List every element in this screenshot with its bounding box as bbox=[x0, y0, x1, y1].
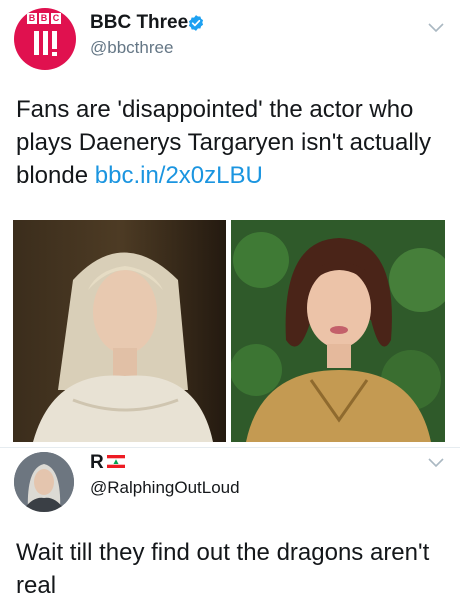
chevron-down-icon[interactable] bbox=[427, 22, 445, 34]
bbc-three-avatar[interactable]: B B C bbox=[14, 8, 76, 70]
reply-author-handle[interactable]: @RalphingOutLoud bbox=[90, 478, 240, 498]
bbc-three-logo-icon bbox=[34, 31, 57, 56]
photo-actor[interactable] bbox=[231, 220, 445, 442]
reply-author-name[interactable]: R bbox=[90, 452, 104, 474]
bbc-logo-blocks: B B C bbox=[27, 13, 61, 24]
chevron-down-icon[interactable] bbox=[427, 457, 445, 469]
tweet-text: Fans are 'disappointed' the actor who pl… bbox=[16, 93, 448, 192]
author-handle[interactable]: @bbcthree bbox=[90, 38, 173, 58]
tweet-bbc-three: B B C BBC Three @bbcthree Fans are 'disa… bbox=[0, 0, 460, 447]
daenerys-image bbox=[13, 220, 226, 442]
lebanon-flag-icon bbox=[107, 455, 125, 468]
ralphing-avatar[interactable] bbox=[14, 452, 74, 512]
tweet-media[interactable] bbox=[13, 220, 445, 442]
reply-text: Wait till they find out the dragons aren… bbox=[16, 539, 430, 599]
bbc-logo-letter: C bbox=[51, 13, 61, 24]
tweet-link[interactable]: bbc.in/2x0zLBU bbox=[95, 162, 263, 189]
avatar-image bbox=[14, 452, 74, 512]
bbc-logo-letter: B bbox=[39, 13, 49, 24]
actor-image bbox=[231, 220, 445, 442]
author-name[interactable]: BBC Three bbox=[90, 12, 188, 34]
photo-daenerys[interactable] bbox=[13, 220, 226, 442]
bbc-logo-letter: B bbox=[27, 13, 37, 24]
verified-badge-icon bbox=[188, 15, 204, 31]
